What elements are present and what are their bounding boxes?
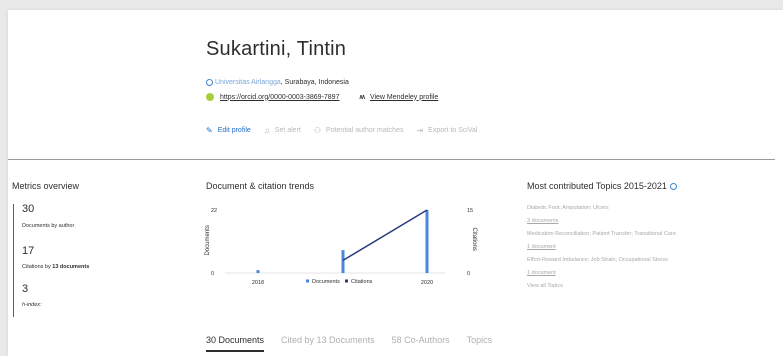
topic-item: Diabetic Foot; Amputation; Ulcers 3 docu… <box>527 205 747 224</box>
citations-count-label: Citations by 13 documents <box>22 264 89 270</box>
x-tick-label: 2018 <box>252 280 264 286</box>
topic-item: Effort-Reward Imbalance; Job Strain; Occ… <box>527 257 747 276</box>
view-all-topics-link[interactable]: View all Topics <box>527 283 747 289</box>
profile-links: https://orcid.org/0000-0003-3869-7897 ʍ … <box>206 93 438 101</box>
potential-author-matches-label: Potential author matches <box>326 127 404 134</box>
export-to-scival-label: Export to SciVal <box>428 127 478 134</box>
mendeley-link[interactable]: View Mendeley profile <box>370 94 438 101</box>
affiliation: Universitas Airlangga , Surabaya, Indone… <box>206 79 349 86</box>
tab-topics[interactable]: Topics <box>467 335 493 352</box>
topic-name[interactable]: Medication Reconciliation; Patient Trans… <box>527 231 747 237</box>
y-left-axis-title: Documents <box>205 225 211 255</box>
y-right-tick-label: 15 <box>467 208 473 214</box>
topics-list: Diabetic Foot; Amputation; Ulcers 3 docu… <box>527 205 747 289</box>
documents-bar <box>341 250 345 273</box>
export-icon: ⇥ <box>416 126 424 135</box>
metrics-accent-bar <box>13 204 14 317</box>
profile-tabs: 30 Documents Cited by 13 Documents 58 Co… <box>206 335 509 352</box>
topic-docs-link[interactable]: 1 document <box>527 244 747 250</box>
legend-documents-label: Documents <box>312 279 340 285</box>
legend-documents-swatch <box>306 279 309 283</box>
location-text: , Surabaya, Indonesia <box>280 79 349 86</box>
trends-chart: 22 0 15 0 Documents Citations 2018 2020 Document… <box>205 208 477 286</box>
topic-docs-link[interactable]: 1 document <box>527 270 747 276</box>
topic-item: Medication Reconciliation; Patient Trans… <box>527 231 747 250</box>
documents-count-label: Documents by author <box>22 223 75 229</box>
trends-title: Document & citation trends <box>206 181 315 191</box>
set-alert-label: Set alert <box>274 127 301 134</box>
topic-docs-link[interactable]: 3 documents <box>527 218 747 224</box>
citations-line <box>342 209 428 262</box>
info-icon <box>206 79 213 86</box>
potential-author-matches-button[interactable]: ⚇ Potential author matches <box>314 126 404 135</box>
legend-citations-swatch <box>345 279 348 283</box>
edit-profile-button[interactable]: ✎ Edit profile <box>206 126 251 135</box>
edit-profile-label: Edit profile <box>217 127 251 134</box>
h-index-value[interactable]: 3 <box>22 283 28 295</box>
y-left-tick-label: 0 <box>211 271 214 277</box>
x-tick-label: 2020 <box>421 280 433 286</box>
author-name: Sukartini, Tintin <box>206 38 347 60</box>
profile-actions: ✎ Edit profile ♫ Set alert ⚇ Potential a… <box>206 126 490 135</box>
documents-count[interactable]: 30 <box>22 203 34 215</box>
documents-bar <box>256 270 260 273</box>
section-divider <box>8 159 775 160</box>
metrics-overview-title: Metrics overview <box>12 181 80 191</box>
h-index-label-text: h-index: <box>22 302 42 308</box>
bell-icon: ♫ <box>263 126 270 135</box>
info-icon[interactable] <box>669 183 677 191</box>
tab-co-authors[interactable]: 58 Co-Authors <box>392 335 450 352</box>
documents-bar <box>425 210 429 273</box>
citations-count[interactable]: 17 <box>22 245 34 257</box>
orcid-icon <box>206 93 214 101</box>
set-alert-button[interactable]: ♫ Set alert <box>264 126 301 135</box>
legend-citations-label: Citations <box>351 279 373 285</box>
y-left-tick-label: 22 <box>211 208 217 214</box>
tab-cited-by[interactable]: Cited by 13 Documents <box>281 335 375 352</box>
topic-name[interactable]: Effort-Reward Imbalance; Job Strain; Occ… <box>527 257 747 263</box>
topics-title-wrap: Most contributed Topics 2015-2021 <box>527 181 677 191</box>
tab-documents[interactable]: 30 Documents <box>206 335 265 352</box>
citations-label-docs: 13 documents <box>52 264 90 270</box>
h-index-label: h-index: <box>22 302 42 308</box>
y-right-tick-label: 0 <box>467 271 470 277</box>
topics-title: Most contributed Topics 2015-2021 <box>527 181 667 191</box>
mendeley-icon: ʍ <box>359 93 365 101</box>
y-right-axis-title: Citations <box>471 228 477 251</box>
institution-link[interactable]: Universitas Airlangga <box>215 79 281 86</box>
citations-label-prefix: Citations by <box>22 264 53 270</box>
people-icon: ⚇ <box>313 126 322 135</box>
export-to-scival-button[interactable]: ⇥ Export to SciVal <box>416 126 477 135</box>
orcid-link[interactable]: https://orcid.org/0000-0003-3869-7897 <box>220 94 339 101</box>
pencil-icon: ✎ <box>206 126 213 135</box>
topic-name[interactable]: Diabetic Foot; Amputation; Ulcers <box>527 205 747 211</box>
